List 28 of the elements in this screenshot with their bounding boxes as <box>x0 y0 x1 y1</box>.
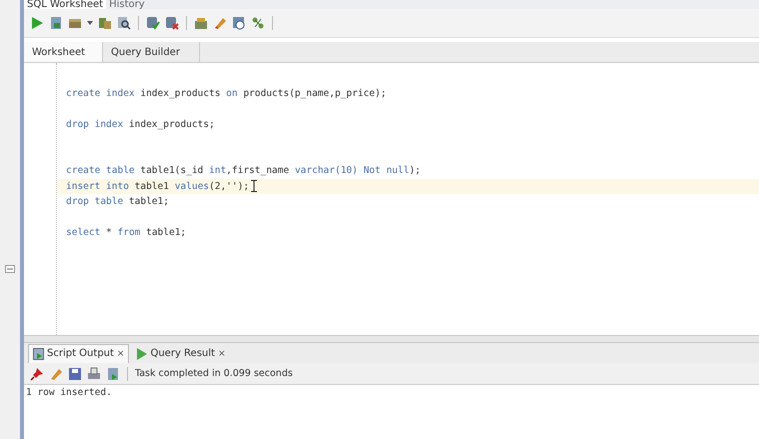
box-icon[interactable] <box>68 16 82 30</box>
play-icon <box>136 348 148 360</box>
play-icon[interactable] <box>30 16 44 30</box>
code-line: insert into table1 values(2,''); <box>66 180 250 194</box>
minimize-icon[interactable] <box>5 265 15 273</box>
document-icon <box>33 348 44 360</box>
output-text: 1 row inserted. <box>26 387 112 398</box>
printer-icon[interactable] <box>87 366 101 380</box>
document-icon[interactable] <box>106 366 120 380</box>
save-icon[interactable] <box>68 366 82 380</box>
magnifier-icon[interactable] <box>117 16 131 30</box>
pin-icon[interactable] <box>30 366 44 380</box>
code-line: create index index_products on products(p_name,p_price); <box>66 87 386 102</box>
editor-tab[interactable]: Worksheet <box>24 42 103 62</box>
eraser-icon[interactable] <box>213 16 227 30</box>
briefcase-icon[interactable] <box>194 16 208 30</box>
eraser-icon[interactable] <box>49 366 63 380</box>
code-line: create table table1(s_id int,first_name varchar(10) Not null); <box>66 164 421 178</box>
output-tab[interactable]: Query Result × <box>131 344 230 362</box>
text-cursor-icon <box>251 180 258 192</box>
nodes-icon[interactable] <box>251 16 265 30</box>
code-line: drop table table1; <box>66 195 169 210</box>
document-icon[interactable] <box>49 16 63 30</box>
code-line: drop index index_products; <box>66 118 215 132</box>
output-tab[interactable]: Script Output × <box>28 344 130 362</box>
status-text: Task completed in 0.099 seconds <box>135 368 293 379</box>
code-line: select * from table1; <box>66 226 186 240</box>
caret-icon[interactable] <box>87 21 93 25</box>
